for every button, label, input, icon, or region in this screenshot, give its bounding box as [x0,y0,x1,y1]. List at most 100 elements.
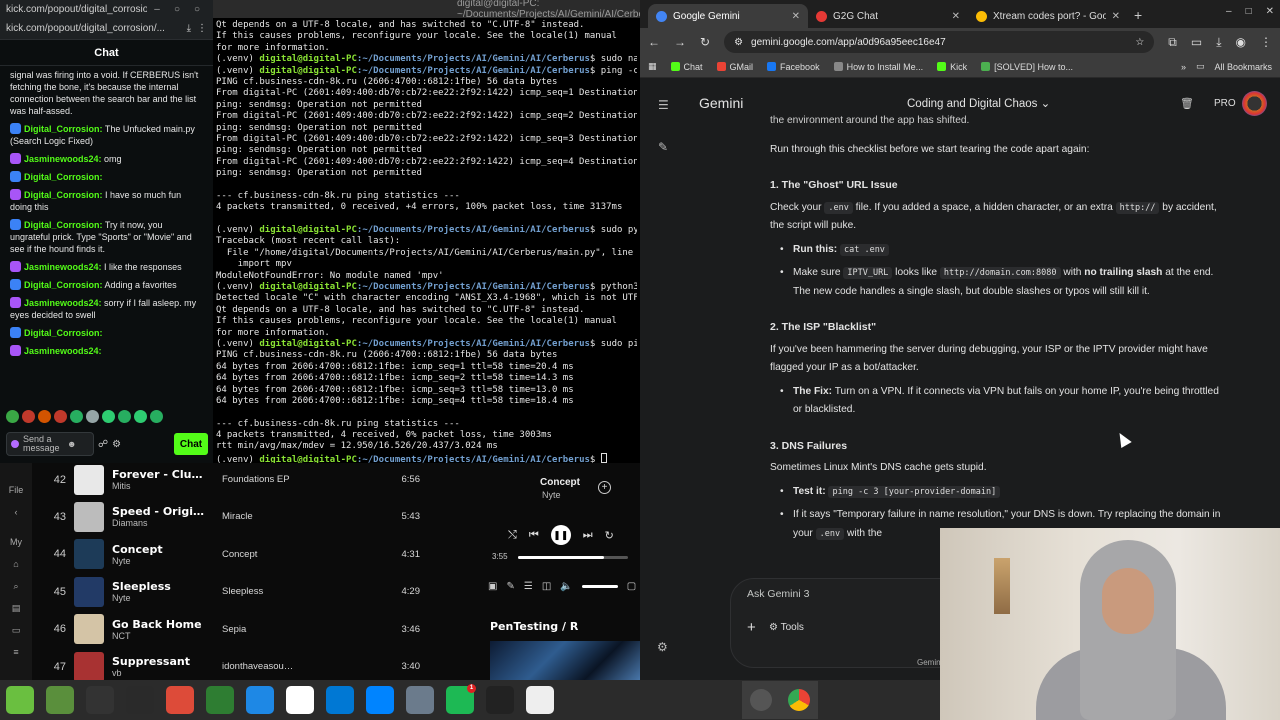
tab-close-icon[interactable]: ✕ [792,11,800,22]
system-monitor-icon[interactable] [126,686,154,714]
track-row[interactable]: 46 Go Back Home NCT Sepia 3:46 [34,611,484,648]
search-icon[interactable]: ⌕ [0,575,32,597]
kick-url[interactable]: kick.com/popout/digital_corrosion/... [6,23,187,34]
maximize-icon[interactable]: ○ [167,4,187,15]
track-title[interactable]: Sleepless [112,580,222,593]
messenger-icon[interactable] [366,686,394,714]
settings-gear-icon[interactable]: ⚙ [657,640,668,654]
people-icon[interactable]: ☍ [98,439,108,450]
emote-icon[interactable] [54,410,67,423]
track-title[interactable]: Speed - Origi… [112,505,222,518]
track-title[interactable]: Suppressant [112,655,222,668]
track-row[interactable]: 44 Concept Nyte Concept 4:31 [34,536,484,573]
fullscreen-icon[interactable]: ▢ [627,581,636,592]
running-app-icon[interactable] [750,689,772,711]
spotify-icon[interactable]: 1 [446,684,476,714]
emote-icon[interactable] [22,410,35,423]
chat-send-button[interactable]: Chat [174,433,208,455]
chat-username[interactable]: Digital_Corrosion: [24,280,103,290]
track-album[interactable]: Miracle [222,511,350,522]
chat-icon[interactable] [206,686,234,714]
download-icon[interactable]: ⤓ [1216,35,1221,50]
maximize-icon[interactable]: □ [1246,6,1252,17]
browser-tab[interactable]: Xtream codes port? - Google ✕ [968,4,1128,28]
bookmark-item[interactable]: How to Install Me... [833,62,923,72]
volume-slider[interactable] [581,585,618,588]
emote-icon[interactable] [86,410,99,423]
chat-username[interactable]: Digital_Corrosion: [24,190,103,200]
all-bookmarks[interactable]: All Bookmarks [1214,62,1272,72]
bookmark-item[interactable]: Facebook [767,62,820,72]
queue-icon[interactable]: ☰ [524,581,533,592]
track-album[interactable]: Foundations EP [222,474,350,485]
now-playing-view-icon[interactable]: ▣ [488,581,497,592]
repeat-icon[interactable]: ↻ [605,529,614,542]
chat-username[interactable]: Jasminewoods24: [24,298,102,308]
tools-button[interactable]: ⚙ Tools [769,622,804,633]
track-artist[interactable]: NCT [112,631,222,641]
track-artist[interactable]: vb [112,668,222,678]
track-row[interactable]: 45 Sleepless Nyte Sleepless 4:29 [34,573,484,610]
cast-icon[interactable]: ▭ [1191,35,1202,49]
forward-icon[interactable]: → [674,35,686,49]
address-bar[interactable]: ⚙ gemini.google.com/app/a0d96a95eec16e47… [724,31,1155,53]
shuffle-icon[interactable]: ⤭ [508,529,517,542]
device-icon[interactable]: ▭ [0,619,32,641]
track-artist[interactable]: Diamans [112,518,222,528]
connect-device-icon[interactable]: ◫ [542,581,551,592]
close-icon[interactable]: ○ [187,4,207,15]
previous-icon[interactable]: ⏮ [529,529,539,542]
list-icon[interactable]: ≡ [0,641,32,663]
hamburger-menu-icon[interactable]: ☰ [658,98,669,112]
emote-icon[interactable] [134,410,147,423]
track-artist[interactable]: Nyte [112,556,222,566]
chat-username[interactable]: Jasminewoods24: [24,262,102,272]
chat-username[interactable]: Digital_Corrosion: [24,220,103,230]
chat-username[interactable]: Digital_Corrosion: [24,124,103,134]
apps-icon[interactable]: ▦ [648,61,657,72]
progress-bar[interactable] [518,556,628,559]
back-icon[interactable]: ← [648,35,660,49]
tab-close-icon[interactable]: ✕ [952,11,960,22]
track-album[interactable]: idonthaveasou… [222,661,350,672]
menu-icon[interactable]: ⋮ [1260,35,1272,49]
tab-close-icon[interactable]: ✕ [1112,11,1120,22]
back-icon[interactable]: ‹ [0,501,32,523]
chrome-icon[interactable] [166,686,194,714]
file-menu[interactable]: File [0,479,32,501]
track-title[interactable]: Concept [112,543,222,556]
track-artist[interactable]: Nyte [112,593,222,603]
pause-button[interactable]: ❚❚ [550,525,571,545]
menu-icon[interactable]: ⋮ [197,23,207,34]
track-row[interactable]: 47 Suppressant vb idonthaveasou… 3:40 [34,648,484,680]
track-album[interactable]: Concept [222,549,350,560]
track-row[interactable]: 42 Forever - Clu… Mitis Foundations EP 6:56 [34,463,484,498]
gmail-icon[interactable] [286,686,314,714]
emote-icon[interactable] [118,410,131,423]
notes-icon[interactable] [246,686,274,714]
bookmark-star-icon[interactable]: ☆ [1135,37,1144,48]
emote-icon[interactable] [38,410,51,423]
bookmark-item[interactable]: Chat [670,62,703,72]
new-tab-icon[interactable]: + [1128,7,1150,28]
track-title[interactable]: Go Back Home [112,618,222,631]
mint-menu-icon[interactable] [6,686,34,714]
emote-icon[interactable] [6,410,19,423]
emote-icon[interactable] [102,410,115,423]
reload-icon[interactable]: ↻ [700,35,710,49]
delete-icon[interactable]: 🗑 [1180,97,1194,110]
files-icon[interactable] [46,686,74,714]
bookmark-item[interactable]: [SOLVED] How to... [981,62,1073,72]
conversation-title[interactable]: Coding and Digital Chaos ⌄ [907,96,1050,110]
extensions-icon[interactable]: ⧉ [1168,35,1177,50]
document-icon[interactable] [526,686,554,714]
add-attachment-icon[interactable]: + [747,619,756,636]
emote-icon[interactable] [150,410,163,423]
my-menu[interactable]: My [0,531,32,553]
browser-tab[interactable]: Google Gemini ✕ [648,4,808,28]
terminal-icon[interactable] [86,686,114,714]
terminal-window[interactable]: digital@digital-PC: ~/Documents/Projects… [213,0,640,463]
profile-icon[interactable]: ◉ [1236,35,1246,49]
app-blue-icon[interactable] [326,686,354,714]
next-icon[interactable]: ⏭ [583,529,593,542]
